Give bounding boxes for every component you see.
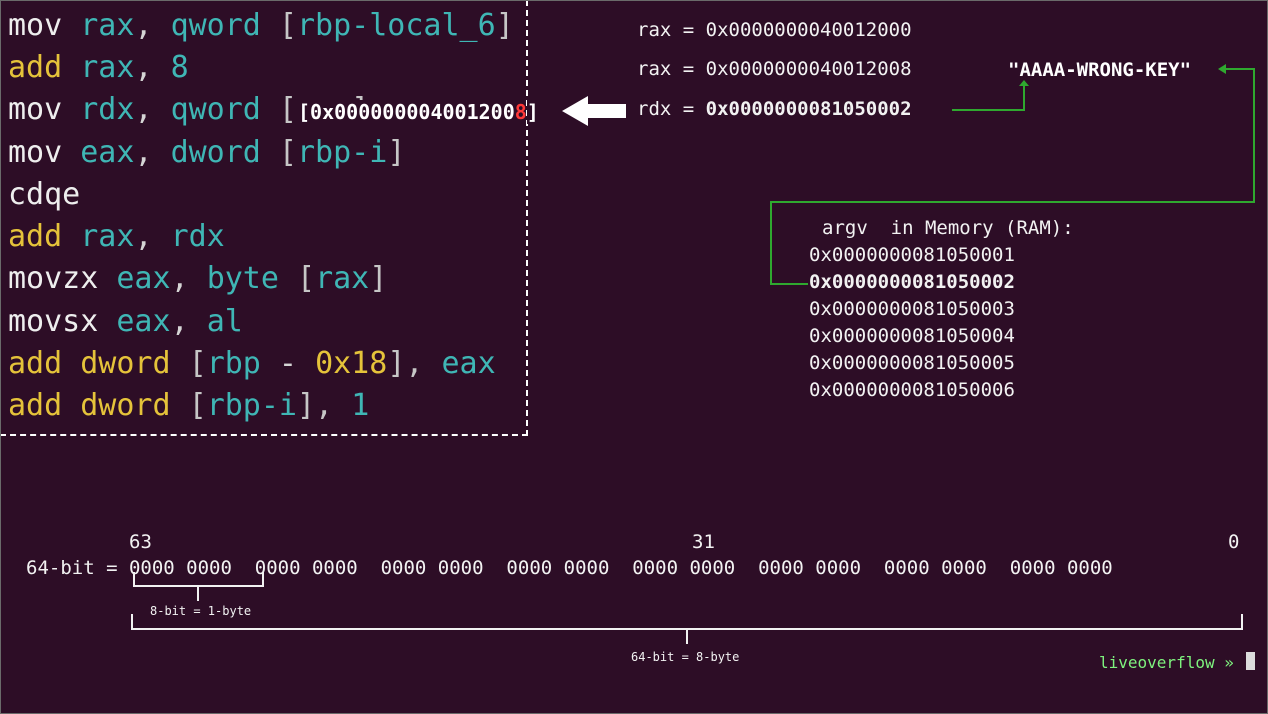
shell-prompt: liveoverflow » — [1099, 653, 1234, 672]
byte-label: 8-bit = 1-byte — [150, 604, 252, 618]
qword-label: 64-bit = 8-byte — [631, 650, 740, 664]
terminal-cursor[interactable] — [1246, 652, 1255, 670]
